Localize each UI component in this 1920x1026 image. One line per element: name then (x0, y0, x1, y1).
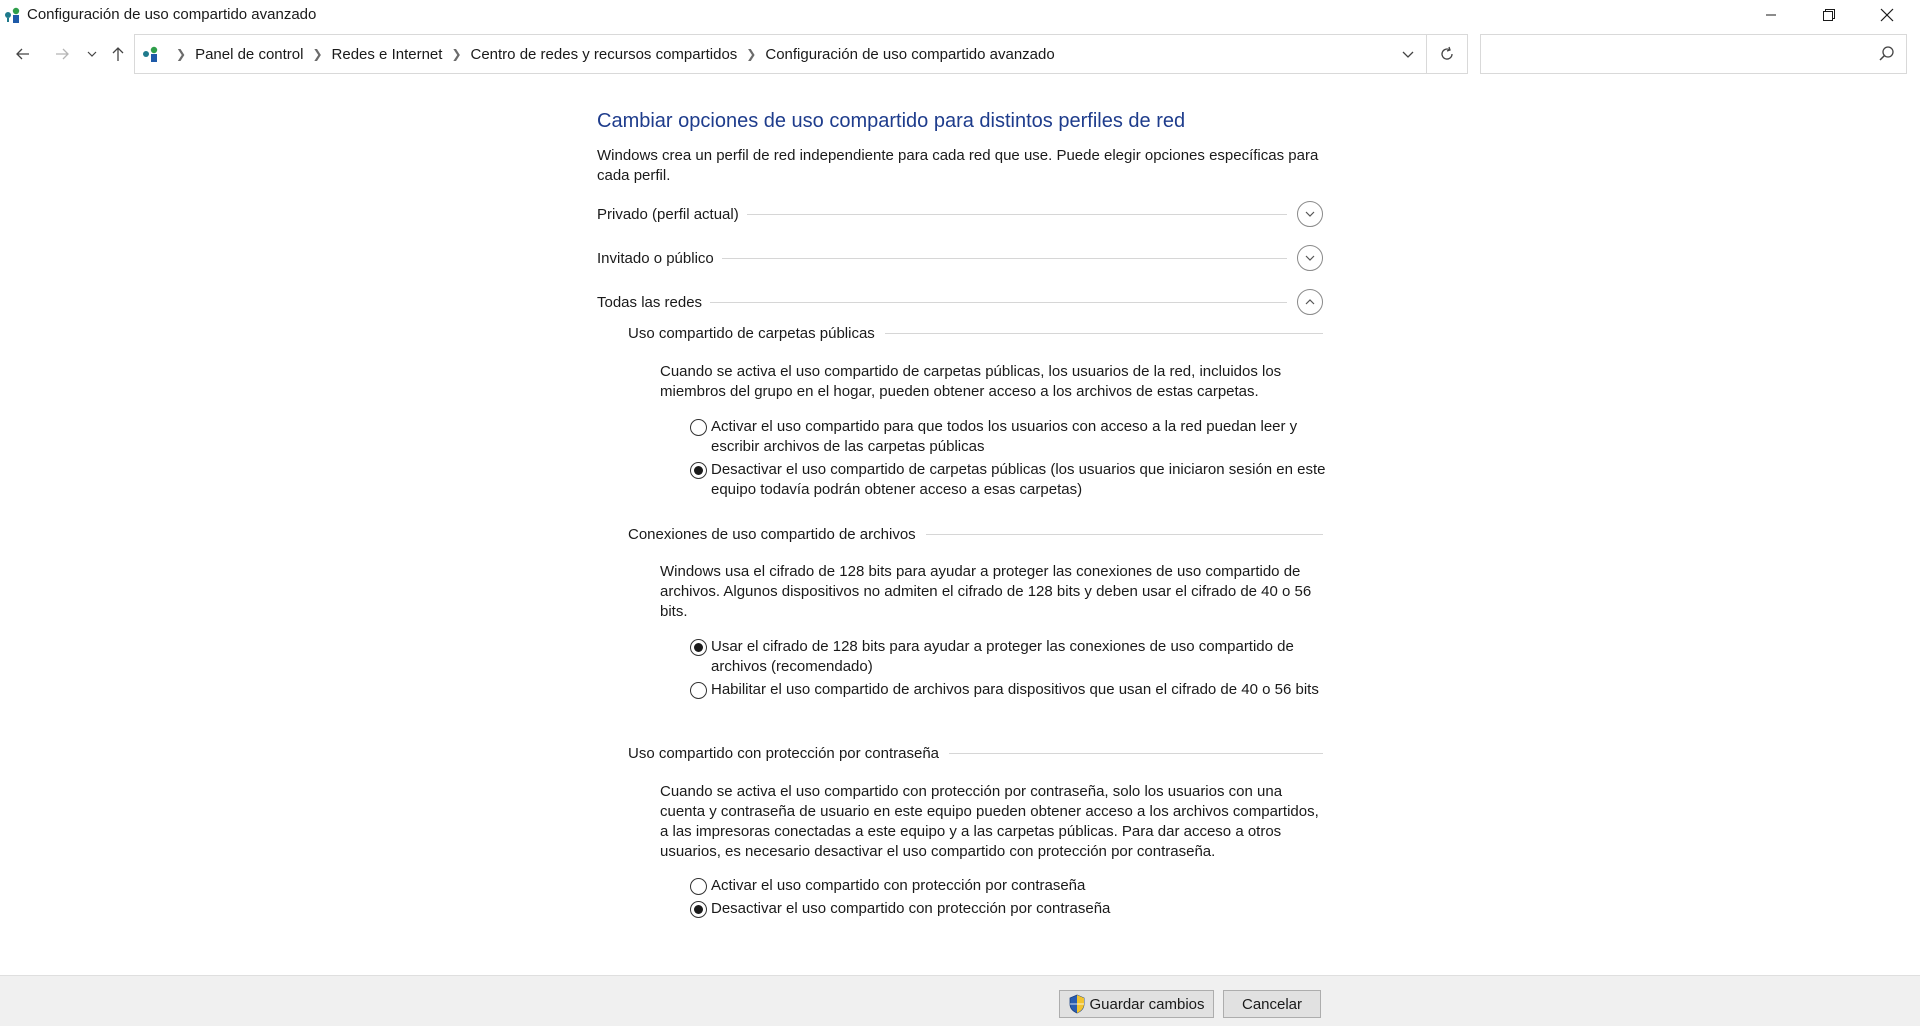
divider (949, 752, 1323, 754)
up-button[interactable] (106, 42, 130, 66)
refresh-icon (1441, 46, 1453, 60)
section-title: Conexiones de uso compartido de archivos (628, 525, 916, 543)
chevron-down-icon (87, 51, 97, 57)
forward-arrow-icon (56, 48, 69, 60)
divider (925, 533, 1323, 535)
profile-guest-public[interactable]: Invitado o público (597, 244, 1323, 272)
chevron-down-icon (1305, 255, 1315, 261)
forward-button[interactable] (50, 42, 74, 66)
window-title: Configuración de uso compartido avanzado (27, 6, 317, 23)
page-description: Windows crea un perfil de red independie… (597, 147, 1319, 184)
title-bar: Configuración de uso compartido avanzado (0, 0, 1920, 30)
divider (721, 257, 1287, 259)
option-40-56-bit-encryption[interactable]: Habilitar el uso compartido de archivos … (690, 680, 1330, 700)
cancel-button[interactable]: Cancelar (1223, 990, 1321, 1018)
back-arrow-icon (16, 48, 29, 60)
option-128-bit-encryption[interactable]: Usar el cifrado de 128 bits para ayudar … (690, 637, 1330, 677)
radio-button[interactable] (690, 682, 707, 699)
section-public-folders-header: Uso compartido de carpetas públicas (628, 322, 1323, 344)
radio-selected-dot (694, 643, 703, 652)
chevron-right-icon[interactable]: ❯ (312, 47, 322, 61)
divider (884, 332, 1323, 334)
search-input[interactable] (1487, 41, 1857, 67)
radio-button[interactable] (690, 419, 707, 436)
expand-button[interactable] (1297, 245, 1323, 271)
option-disable-public-folders[interactable]: Desactivar el uso compartido de carpetas… (690, 460, 1330, 500)
save-button-label: Guardar cambios (1089, 995, 1205, 1013)
option-enable-password-protection[interactable]: Activar el uso compartido con protección… (690, 876, 1330, 896)
radio-selected-dot (694, 905, 703, 914)
chevron-right-icon[interactable]: ❯ (176, 47, 186, 61)
profile-label: Todas las redes (597, 293, 703, 311)
breadcrumb-item[interactable]: Configuración de uso compartido avanzado (765, 46, 1054, 63)
breadcrumb-item[interactable]: Panel de control (195, 46, 303, 63)
close-button[interactable] (1858, 0, 1916, 30)
restore-icon (1823, 9, 1835, 21)
navigation-bar: ❯ Panel de control ❯ Redes e Internet ❯ … (0, 34, 1920, 74)
profile-label: Privado (perfil actual) (597, 205, 739, 223)
close-icon (1880, 8, 1894, 22)
up-arrow-icon (112, 47, 124, 61)
section-description: Cuando se activa el uso compartido con p… (660, 783, 1319, 860)
breadcrumb-item[interactable]: Redes e Internet (332, 46, 443, 63)
cancel-button-label: Cancelar (1241, 995, 1303, 1013)
option-enable-public-folders[interactable]: Activar el uso compartido para que todos… (690, 417, 1330, 457)
uac-shield-icon (1070, 994, 1085, 1014)
chevron-down-icon (1305, 211, 1315, 217)
option-label[interactable]: Activar el uso compartido con protección… (711, 876, 1330, 896)
radio-button[interactable] (690, 462, 707, 479)
profile-label: Invitado o público (597, 249, 714, 267)
minimize-icon (1766, 14, 1776, 16)
network-sharing-icon (143, 46, 158, 62)
search-icon[interactable] (1878, 45, 1896, 63)
collapse-button[interactable] (1297, 289, 1323, 315)
recent-locations-button[interactable] (80, 42, 104, 66)
section-description: Windows usa el cifrado de 128 bits para … (660, 563, 1312, 620)
chevron-up-icon (1305, 299, 1315, 305)
radio-button[interactable] (690, 878, 707, 895)
breadcrumb: ❯ Panel de control ❯ Redes e Internet ❯ … (141, 35, 1055, 73)
back-button[interactable] (11, 42, 35, 66)
radio-button[interactable] (690, 901, 707, 918)
main-content: Cambiar opciones de uso compartido para … (0, 80, 1920, 975)
search-box[interactable] (1480, 34, 1907, 74)
radio-selected-dot (694, 466, 703, 475)
option-label[interactable]: Desactivar el uso compartido con protecc… (711, 899, 1330, 919)
address-history-button[interactable] (1390, 35, 1426, 73)
profile-all-networks[interactable]: Todas las redes (597, 288, 1323, 316)
radio-button[interactable] (690, 639, 707, 656)
option-disable-password-protection[interactable]: Desactivar el uso compartido con protecc… (690, 899, 1330, 919)
option-label[interactable]: Activar el uso compartido para que todos… (711, 417, 1330, 457)
profile-private[interactable]: Privado (perfil actual) (597, 200, 1323, 228)
divider (746, 213, 1287, 215)
section-title: Uso compartido de carpetas públicas (628, 324, 875, 342)
section-file-sharing-connections-header: Conexiones de uso compartido de archivos (628, 523, 1323, 545)
save-changes-button[interactable]: Guardar cambios (1059, 990, 1214, 1018)
option-label[interactable]: Usar el cifrado de 128 bits para ayudar … (711, 637, 1330, 677)
divider (710, 301, 1287, 303)
chevron-right-icon[interactable]: ❯ (746, 47, 756, 61)
section-description: Cuando se activa el uso compartido de ca… (660, 363, 1282, 400)
expand-button[interactable] (1297, 201, 1323, 227)
section-title: Uso compartido con protección por contra… (628, 744, 940, 762)
section-password-protection-header: Uso compartido con protección por contra… (628, 742, 1323, 764)
page-title: Cambiar opciones de uso compartido para … (597, 110, 1186, 132)
footer-bar: Guardar cambios Cancelar (0, 975, 1920, 1026)
chevron-down-icon (1402, 51, 1414, 58)
restore-button[interactable] (1800, 0, 1858, 30)
breadcrumb-item[interactable]: Centro de redes y recursos compartidos (471, 46, 738, 63)
option-label[interactable]: Desactivar el uso compartido de carpetas… (711, 460, 1330, 500)
chevron-right-icon[interactable]: ❯ (451, 47, 461, 61)
minimize-button[interactable] (1742, 0, 1800, 30)
refresh-button[interactable] (1427, 34, 1468, 74)
address-bar[interactable]: ❯ Panel de control ❯ Redes e Internet ❯ … (134, 34, 1427, 74)
network-sharing-icon (5, 7, 20, 23)
option-label[interactable]: Habilitar el uso compartido de archivos … (711, 680, 1330, 700)
